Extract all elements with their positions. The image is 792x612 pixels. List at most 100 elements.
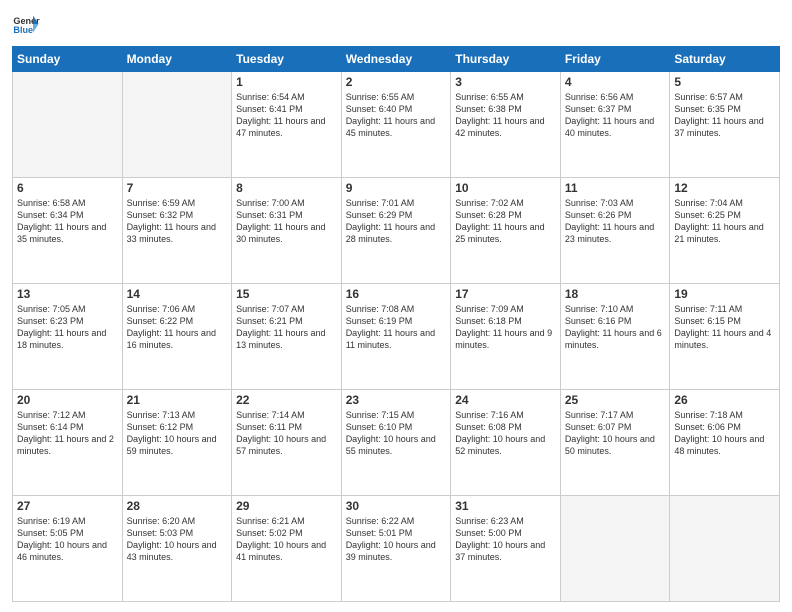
- day-number: 6: [17, 181, 118, 195]
- calendar-week-3: 13Sunrise: 7:05 AMSunset: 6:23 PMDayligh…: [13, 284, 780, 390]
- calendar-cell: 12 Sunrise: 7:04 AMSunset: 6:25 PMDayligh…: [670, 178, 780, 284]
- cell-sun-info: Sunrise: 7:02 AMSunset: 6:28 PMDaylight:…: [455, 197, 556, 246]
- calendar-cell: 10 Sunrise: 7:02 AMSunset: 6:28 PMDayligh…: [451, 178, 561, 284]
- cell-sun-info: Sunrise: 7:10 AMSunset: 6:16 PMDaylight:…: [565, 303, 666, 352]
- calendar-cell: [13, 72, 123, 178]
- day-number: 20: [17, 393, 118, 407]
- cell-sun-info: Sunrise: 6:21 AMSunset: 5:02 PMDaylight:…: [236, 515, 337, 564]
- calendar-cell: 20 Sunrise: 7:12 AMSunset: 6:14 PMDayligh…: [13, 390, 123, 496]
- day-number: 26: [674, 393, 775, 407]
- day-number: 2: [346, 75, 447, 89]
- day-number: 14: [127, 287, 228, 301]
- cell-sun-info: Sunrise: 6:22 AMSunset: 5:01 PMDaylight:…: [346, 515, 447, 564]
- cell-sun-info: Sunrise: 7:09 AMSunset: 6:18 PMDaylight:…: [455, 303, 556, 352]
- header: General Blue: [12, 10, 780, 38]
- day-number: 29: [236, 499, 337, 513]
- day-number: 28: [127, 499, 228, 513]
- weekday-header-wednesday: Wednesday: [341, 47, 451, 72]
- page: General Blue SundayMondayTuesdayWednesda…: [0, 0, 792, 612]
- logo-icon: General Blue: [12, 10, 40, 38]
- cell-sun-info: Sunrise: 7:07 AMSunset: 6:21 PMDaylight:…: [236, 303, 337, 352]
- calendar-cell: 19 Sunrise: 7:11 AMSunset: 6:15 PMDayligh…: [670, 284, 780, 390]
- calendar-cell: [670, 496, 780, 602]
- calendar-cell: 5 Sunrise: 6:57 AMSunset: 6:35 PMDaylight…: [670, 72, 780, 178]
- calendar-cell: 15 Sunrise: 7:07 AMSunset: 6:21 PMDayligh…: [232, 284, 342, 390]
- calendar-cell: 16 Sunrise: 7:08 AMSunset: 6:19 PMDayligh…: [341, 284, 451, 390]
- cell-sun-info: Sunrise: 7:14 AMSunset: 6:11 PMDaylight:…: [236, 409, 337, 458]
- calendar-week-4: 20 Sunrise: 7:12 AMSunset: 6:14 PMDayligh…: [13, 390, 780, 496]
- cell-sun-info: Sunrise: 7:00 AMSunset: 6:31 PMDaylight:…: [236, 197, 337, 246]
- day-number: 1: [236, 75, 337, 89]
- day-number: 31: [455, 499, 556, 513]
- weekday-header-monday: Monday: [122, 47, 232, 72]
- calendar-cell: 29 Sunrise: 6:21 AMSunset: 5:02 PMDayligh…: [232, 496, 342, 602]
- day-number: 10: [455, 181, 556, 195]
- calendar-cell: 27 Sunrise: 6:19 AMSunset: 5:05 PMDayligh…: [13, 496, 123, 602]
- calendar-cell: 6 Sunrise: 6:58 AMSunset: 6:34 PMDaylight…: [13, 178, 123, 284]
- day-number: 5: [674, 75, 775, 89]
- calendar-cell: 18Sunrise: 7:10 AMSunset: 6:16 PMDayligh…: [560, 284, 670, 390]
- calendar-cell: 23 Sunrise: 7:15 AMSunset: 6:10 PMDayligh…: [341, 390, 451, 496]
- day-number: 12: [674, 181, 775, 195]
- cell-sun-info: Sunrise: 7:11 AMSunset: 6:15 PMDaylight:…: [674, 303, 775, 352]
- day-number: 8: [236, 181, 337, 195]
- weekday-header-saturday: Saturday: [670, 47, 780, 72]
- cell-sun-info: Sunrise: 6:57 AMSunset: 6:35 PMDaylight:…: [674, 91, 775, 140]
- cell-sun-info: Sunrise: 6:56 AMSunset: 6:37 PMDaylight:…: [565, 91, 666, 140]
- weekday-header-tuesday: Tuesday: [232, 47, 342, 72]
- calendar-cell: 31 Sunrise: 6:23 AMSunset: 5:00 PMDayligh…: [451, 496, 561, 602]
- calendar-cell: 4 Sunrise: 6:56 AMSunset: 6:37 PMDaylight…: [560, 72, 670, 178]
- cell-sun-info: Sunrise: 6:58 AMSunset: 6:34 PMDaylight:…: [17, 197, 118, 246]
- weekday-header-friday: Friday: [560, 47, 670, 72]
- day-number: 25: [565, 393, 666, 407]
- calendar-cell: [122, 72, 232, 178]
- calendar-cell: 28 Sunrise: 6:20 AMSunset: 5:03 PMDayligh…: [122, 496, 232, 602]
- svg-text:Blue: Blue: [13, 25, 33, 35]
- cell-sun-info: Sunrise: 7:05 AMSunset: 6:23 PMDaylight:…: [17, 303, 118, 352]
- calendar-cell: 17 Sunrise: 7:09 AMSunset: 6:18 PMDayligh…: [451, 284, 561, 390]
- cell-sun-info: Sunrise: 7:18 AMSunset: 6:06 PMDaylight:…: [674, 409, 775, 458]
- cell-sun-info: Sunrise: 7:16 AMSunset: 6:08 PMDaylight:…: [455, 409, 556, 458]
- day-number: 23: [346, 393, 447, 407]
- day-number: 24: [455, 393, 556, 407]
- day-number: 15: [236, 287, 337, 301]
- cell-sun-info: Sunrise: 6:59 AMSunset: 6:32 PMDaylight:…: [127, 197, 228, 246]
- calendar-cell: 24 Sunrise: 7:16 AMSunset: 6:08 PMDayligh…: [451, 390, 561, 496]
- calendar-cell: 2 Sunrise: 6:55 AMSunset: 6:40 PMDaylight…: [341, 72, 451, 178]
- cell-sun-info: Sunrise: 7:15 AMSunset: 6:10 PMDaylight:…: [346, 409, 447, 458]
- cell-sun-info: Sunrise: 7:12 AMSunset: 6:14 PMDaylight:…: [17, 409, 118, 458]
- cell-sun-info: Sunrise: 6:19 AMSunset: 5:05 PMDaylight:…: [17, 515, 118, 564]
- cell-sun-info: Sunrise: 6:23 AMSunset: 5:00 PMDaylight:…: [455, 515, 556, 564]
- calendar-table: SundayMondayTuesdayWednesdayThursdayFrid…: [12, 46, 780, 602]
- day-number: 22: [236, 393, 337, 407]
- cell-sun-info: Sunrise: 7:17 AMSunset: 6:07 PMDaylight:…: [565, 409, 666, 458]
- cell-sun-info: Sunrise: 7:04 AMSunset: 6:25 PMDaylight:…: [674, 197, 775, 246]
- calendar-cell: [560, 496, 670, 602]
- calendar-week-1: 1Sunrise: 6:54 AMSunset: 6:41 PMDaylight…: [13, 72, 780, 178]
- day-number: 19: [674, 287, 775, 301]
- day-number: 11: [565, 181, 666, 195]
- calendar-cell: 21Sunrise: 7:13 AMSunset: 6:12 PMDayligh…: [122, 390, 232, 496]
- day-number: 21: [127, 393, 228, 407]
- calendar-cell: 25 Sunrise: 7:17 AMSunset: 6:07 PMDayligh…: [560, 390, 670, 496]
- day-number: 17: [455, 287, 556, 301]
- calendar-cell: 13Sunrise: 7:05 AMSunset: 6:23 PMDayligh…: [13, 284, 123, 390]
- cell-sun-info: Sunrise: 7:01 AMSunset: 6:29 PMDaylight:…: [346, 197, 447, 246]
- weekday-header-thursday: Thursday: [451, 47, 561, 72]
- day-number: 9: [346, 181, 447, 195]
- day-number: 27: [17, 499, 118, 513]
- day-number: 4: [565, 75, 666, 89]
- cell-sun-info: Sunrise: 6:55 AMSunset: 6:40 PMDaylight:…: [346, 91, 447, 140]
- calendar-cell: 30 Sunrise: 6:22 AMSunset: 5:01 PMDayligh…: [341, 496, 451, 602]
- calendar-cell: 26 Sunrise: 7:18 AMSunset: 6:06 PMDayligh…: [670, 390, 780, 496]
- calendar-cell: 1Sunrise: 6:54 AMSunset: 6:41 PMDaylight…: [232, 72, 342, 178]
- day-number: 30: [346, 499, 447, 513]
- cell-sun-info: Sunrise: 6:20 AMSunset: 5:03 PMDaylight:…: [127, 515, 228, 564]
- weekday-header-sunday: Sunday: [13, 47, 123, 72]
- cell-sun-info: Sunrise: 7:06 AMSunset: 6:22 PMDaylight:…: [127, 303, 228, 352]
- day-number: 3: [455, 75, 556, 89]
- cell-sun-info: Sunrise: 7:08 AMSunset: 6:19 PMDaylight:…: [346, 303, 447, 352]
- logo: General Blue: [12, 10, 40, 38]
- calendar-cell: 22 Sunrise: 7:14 AMSunset: 6:11 PMDayligh…: [232, 390, 342, 496]
- day-number: 16: [346, 287, 447, 301]
